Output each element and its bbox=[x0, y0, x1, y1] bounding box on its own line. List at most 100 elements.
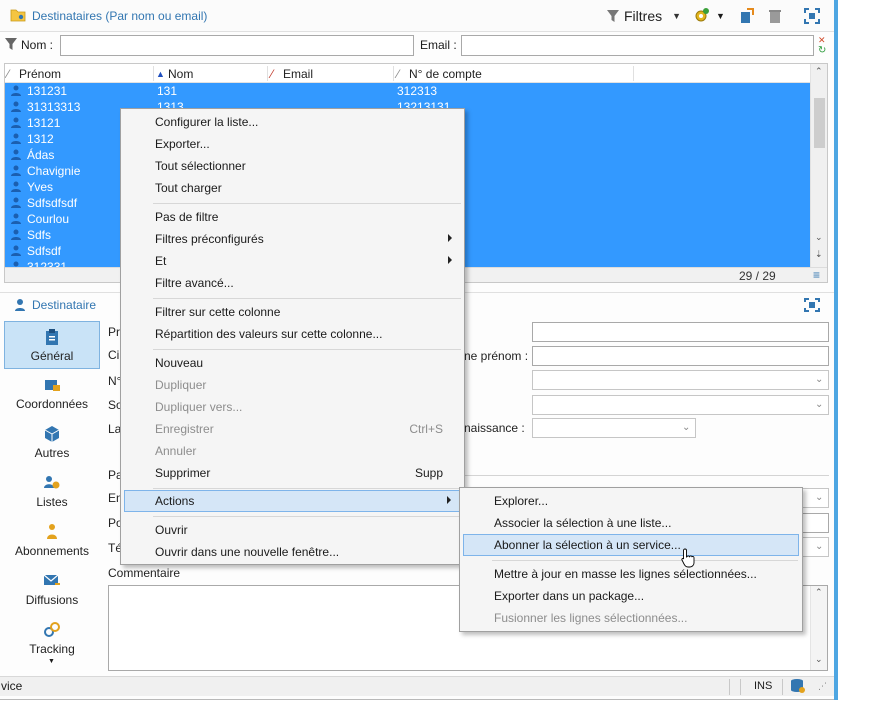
menu-item-pas-de-filtre[interactable]: Pas de filtre bbox=[124, 206, 461, 228]
submenu-arrow-icon bbox=[448, 234, 452, 242]
menu-item-explorer[interactable]: Explorer... bbox=[463, 490, 799, 512]
nav-abonnements[interactable]: Abonnements bbox=[4, 517, 100, 565]
menu-item-fusionner-lignes[interactable]: Fusionner les lignes sélectionnées... bbox=[463, 607, 799, 629]
middle-name-field[interactable] bbox=[532, 346, 829, 366]
submenu-arrow-icon bbox=[447, 496, 451, 504]
column-header-prenom[interactable]: Prénom bbox=[19, 67, 61, 81]
menu-item-tout-selectionner[interactable]: Tout sélectionner bbox=[124, 155, 461, 177]
window-border-accent bbox=[834, 0, 838, 700]
search-bar: Nom : Email : ✕ ↻ bbox=[0, 33, 834, 59]
nav-diffusions[interactable]: Diffusions bbox=[4, 566, 100, 614]
menu-item-ouvrir[interactable]: Ouvrir bbox=[124, 519, 461, 541]
gear-star-button[interactable] bbox=[691, 6, 711, 26]
nav-tracking[interactable]: Tracking bbox=[4, 615, 100, 663]
column-header-account[interactable]: N° de compte bbox=[409, 67, 482, 81]
export-icon bbox=[741, 8, 754, 23]
shortcut-label: Supp bbox=[414, 466, 443, 480]
menu-item-nouveau[interactable]: Nouveau bbox=[124, 352, 461, 374]
resize-grip-icon[interactable]: ⋰ bbox=[818, 681, 827, 692]
field-label-date-naissance: naissance : bbox=[464, 421, 525, 435]
column-sort-icon: ⁄ bbox=[397, 67, 400, 81]
more-down-icon[interactable]: ▼ bbox=[48, 658, 55, 665]
menu-separator bbox=[153, 349, 461, 350]
menu-item-filtres-preconfigures[interactable]: Filtres préconfigurés bbox=[124, 228, 461, 250]
export-button[interactable] bbox=[737, 6, 757, 26]
menu-separator bbox=[153, 298, 461, 299]
menu-item-ouvrir-nouvelle-fenetre[interactable]: Ouvrir dans une nouvelle fenêtre... bbox=[124, 541, 461, 563]
list-menu-icon[interactable]: ≡ bbox=[813, 268, 820, 282]
text-field-2[interactable] bbox=[800, 513, 829, 533]
menu-item-tout-charger[interactable]: Tout charger bbox=[124, 177, 461, 199]
comment-scrollbar[interactable]: ⌃ ⌄ bbox=[810, 586, 827, 670]
person-icon bbox=[11, 165, 21, 176]
menu-item-supprimer[interactable]: Supprimer Supp bbox=[124, 462, 461, 484]
field-label-prefix: Pr bbox=[108, 325, 120, 339]
menu-item-configurer-liste[interactable]: Configurer la liste... bbox=[124, 111, 461, 133]
nav-general[interactable]: Général bbox=[4, 321, 100, 369]
scrollbar-thumb[interactable] bbox=[814, 98, 825, 148]
maximize-icon[interactable] bbox=[804, 298, 820, 312]
column-header-email[interactable]: Email bbox=[283, 67, 313, 81]
gear-icon bbox=[695, 8, 709, 22]
menu-item-filtrer-colonne[interactable]: Filtrer sur cette colonne bbox=[124, 301, 461, 323]
nav-listes[interactable]: Listes bbox=[4, 468, 100, 516]
cell-prenom: Chavignie bbox=[27, 164, 81, 178]
refresh-icon[interactable]: ↻ bbox=[818, 45, 826, 56]
select-field-3[interactable]: ⌄ bbox=[800, 488, 829, 508]
scroll-end-icon[interactable]: ⇣ bbox=[815, 249, 823, 260]
funnel-icon bbox=[5, 38, 17, 50]
menu-item-exporter[interactable]: Exporter... bbox=[124, 133, 461, 155]
menu-item-mettre-a-jour-masse[interactable]: Mettre à jour en masse les lignes sélect… bbox=[463, 563, 799, 585]
maximize-button[interactable] bbox=[802, 6, 822, 26]
status-separator bbox=[740, 679, 741, 695]
menu-item-dupliquer[interactable]: Dupliquer bbox=[124, 374, 461, 396]
menu-separator bbox=[153, 488, 461, 489]
table-row[interactable]: 131231 131 312313 bbox=[5, 83, 811, 99]
column-separator[interactable] bbox=[153, 66, 154, 81]
person-icon bbox=[11, 213, 21, 224]
status-text: vice bbox=[1, 679, 23, 693]
select-field-2[interactable]: ⌄ bbox=[532, 395, 829, 415]
select-field-4[interactable]: ⌄ bbox=[800, 537, 829, 557]
scroll-up-icon[interactable]: ⌃ bbox=[815, 66, 823, 77]
menu-item-dupliquer-vers[interactable]: Dupliquer vers... bbox=[124, 396, 461, 418]
person-icon bbox=[11, 245, 21, 256]
person-icon bbox=[11, 181, 21, 192]
menu-item-actions[interactable]: Actions bbox=[124, 490, 461, 512]
menu-item-repartition-valeurs[interactable]: Répartition des valeurs sur cette colonn… bbox=[124, 323, 461, 345]
chevron-down-icon: ⌄ bbox=[815, 492, 824, 503]
text-field-1[interactable] bbox=[532, 322, 829, 342]
select-field-1[interactable]: ⌄ bbox=[532, 370, 829, 390]
nav-coordonnees[interactable]: Coordonnées bbox=[4, 370, 100, 418]
grid-vertical-scrollbar[interactable]: ⌃ ⌄ ⇣ bbox=[810, 64, 827, 269]
menu-item-annuler[interactable]: Annuler bbox=[124, 440, 461, 462]
birthdate-field[interactable]: ⌄ bbox=[532, 418, 696, 438]
chevron-down-icon: ⌄ bbox=[815, 374, 824, 385]
menu-item-enregistrer[interactable]: Enregistrer Ctrl+S bbox=[124, 418, 461, 440]
delete-button[interactable] bbox=[765, 6, 785, 26]
hand-cursor-icon bbox=[681, 548, 695, 568]
chevron-down-icon[interactable]: ▼ bbox=[716, 11, 725, 21]
name-search-input[interactable] bbox=[60, 35, 414, 56]
column-separator[interactable] bbox=[267, 66, 268, 81]
database-icon[interactable] bbox=[790, 678, 806, 694]
column-header-nom[interactable]: Nom bbox=[168, 67, 193, 81]
scroll-up-icon[interactable]: ⌃ bbox=[815, 587, 823, 598]
scroll-down-icon[interactable]: ⌄ bbox=[815, 654, 823, 665]
filters-dropdown[interactable]: Filtres ▼ bbox=[606, 6, 681, 26]
trash-icon bbox=[769, 10, 781, 23]
scroll-down-icon[interactable]: ⌄ bbox=[815, 232, 823, 243]
shortcut-label: Ctrl+S bbox=[409, 422, 443, 436]
menu-item-filtre-avance[interactable]: Filtre avancé... bbox=[124, 272, 461, 294]
nav-label: Listes bbox=[36, 495, 68, 509]
status-separator bbox=[782, 679, 783, 695]
menu-item-et[interactable]: Et bbox=[124, 250, 461, 272]
column-separator[interactable] bbox=[393, 66, 394, 81]
column-separator[interactable] bbox=[633, 66, 634, 81]
menu-item-exporter-package[interactable]: Exporter dans un package... bbox=[463, 585, 799, 607]
menu-item-associer-liste[interactable]: Associer la sélection à une liste... bbox=[463, 512, 799, 534]
nav-autres[interactable]: Autres bbox=[4, 419, 100, 467]
menu-separator bbox=[153, 516, 461, 517]
menu-item-abonner-service[interactable]: Abonner la sélection à un service... bbox=[463, 534, 799, 556]
email-search-input[interactable] bbox=[461, 35, 814, 56]
